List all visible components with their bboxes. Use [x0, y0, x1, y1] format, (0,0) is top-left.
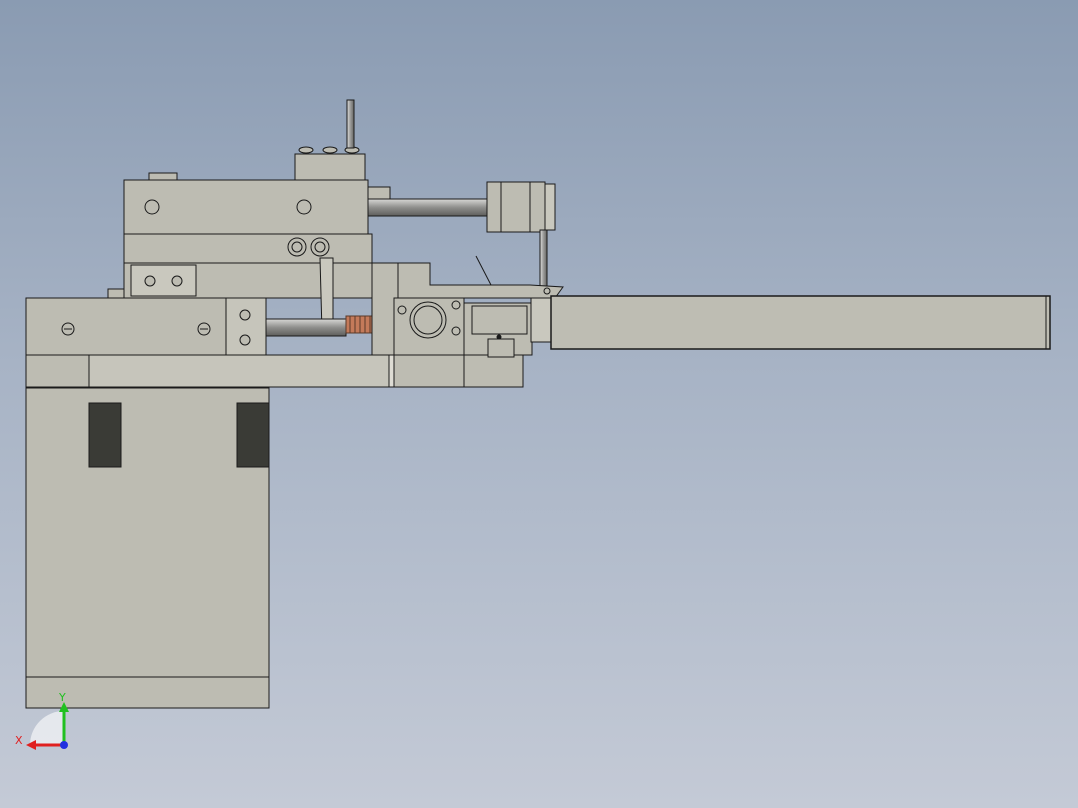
top-bolt-right — [296, 199, 312, 215]
base-plate-divider — [388, 354, 395, 388]
bearing-screw-3 — [451, 326, 461, 336]
left-clamp-end — [225, 297, 267, 356]
roller-2-inner — [314, 241, 326, 253]
carriage-inner — [471, 305, 528, 335]
mid-plate-cap — [130, 264, 197, 297]
carriage-slider — [487, 338, 515, 358]
assembly-model[interactable]: Y X — [0, 0, 1078, 808]
upper-plate — [123, 233, 373, 264]
upper-rod — [367, 198, 489, 217]
dark-slot-left — [88, 402, 122, 468]
vertical-pin — [346, 99, 355, 149]
bar-connector — [530, 297, 553, 343]
pin-mount-screw-2 — [322, 146, 338, 154]
bearing-inner — [413, 305, 443, 335]
needle — [475, 255, 492, 286]
main-column — [25, 387, 270, 709]
roller-1-inner — [291, 241, 303, 253]
lower-rod — [265, 318, 347, 337]
triad-quarter-disc — [30, 711, 64, 745]
top-bolt-left — [144, 199, 160, 215]
triad-x-label: X — [15, 734, 23, 747]
top-block — [123, 179, 369, 235]
carriage-dot — [496, 334, 502, 340]
slanted-plate — [397, 262, 564, 299]
vertical-rod — [539, 229, 548, 289]
actuator-head — [486, 181, 546, 233]
mid-bolt-2 — [171, 275, 183, 287]
clamp-screw-bottom — [239, 334, 251, 346]
bearing-screw-2 — [451, 300, 461, 310]
pin-mount-screw-1 — [298, 146, 314, 154]
triad-z-axis — [60, 741, 68, 749]
top-tab — [148, 172, 178, 181]
bar-connector-pivot — [543, 287, 551, 295]
actuator-cap — [544, 183, 556, 231]
clamp-screw-top — [239, 309, 251, 321]
triad-y-label: Y — [58, 691, 66, 704]
bearing-screw-1 — [397, 305, 407, 315]
long-extension-bar — [550, 295, 1051, 350]
cad-viewport[interactable]: Y X — [0, 0, 1078, 808]
rod-collar — [367, 186, 391, 200]
base-plate-inner — [88, 354, 390, 388]
mid-bolt-1 — [144, 275, 156, 287]
dark-slot-right — [236, 402, 270, 468]
pin-mount — [294, 153, 366, 181]
